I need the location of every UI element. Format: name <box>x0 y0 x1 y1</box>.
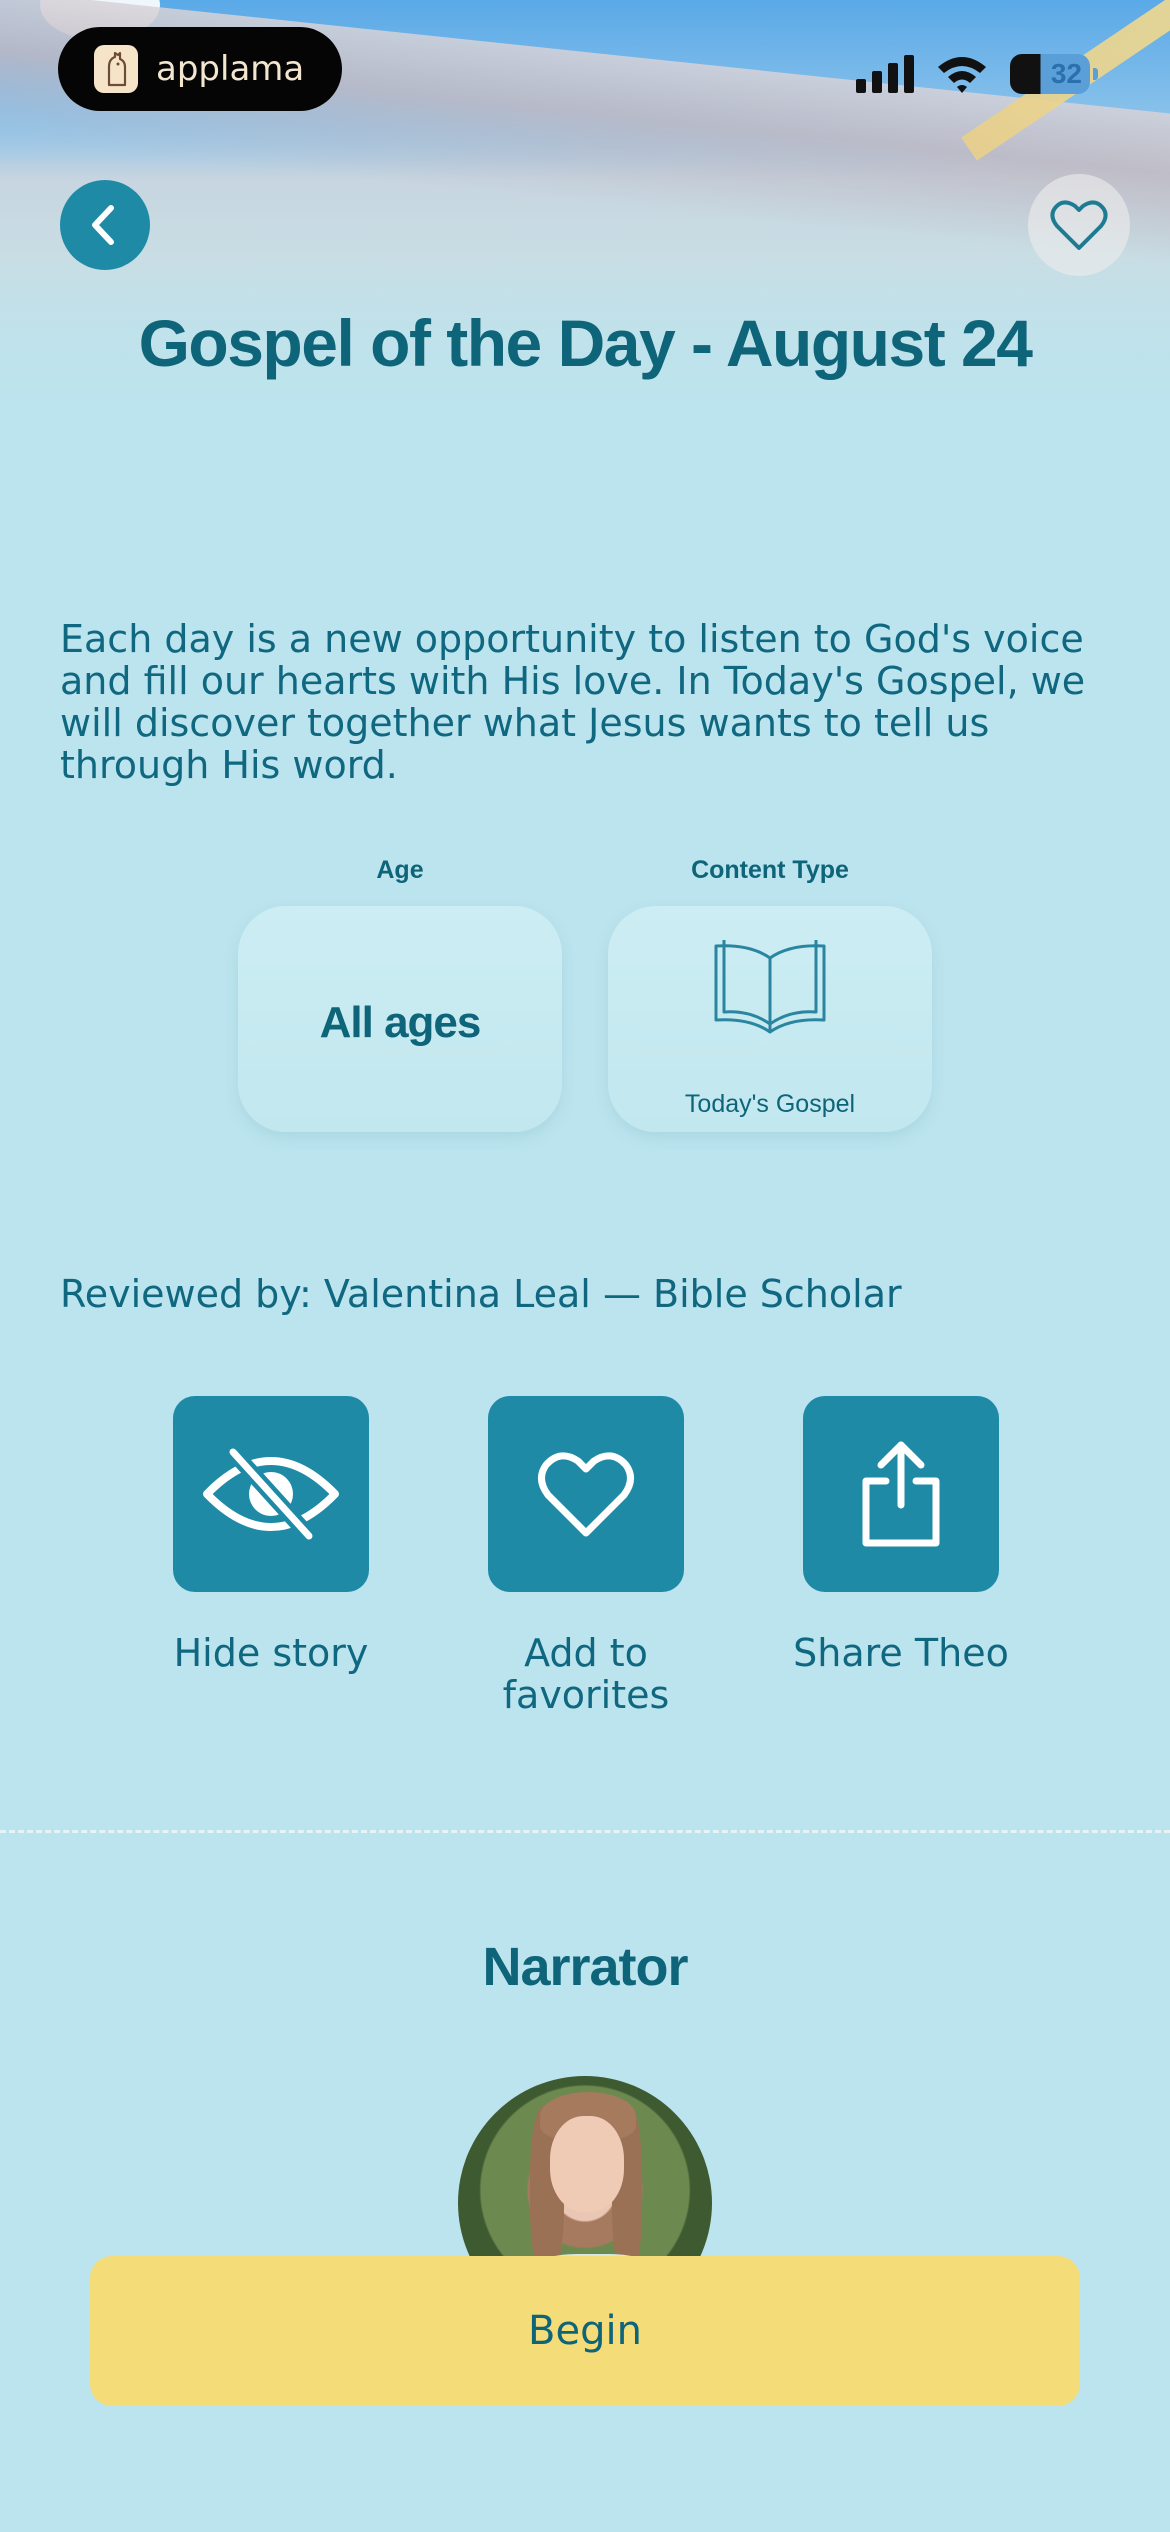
llama-logo-icon <box>94 45 138 93</box>
content-type-card: Today's Gospel <box>608 906 932 1132</box>
battery-icon: 32 <box>1010 54 1098 94</box>
eye-slash-icon <box>203 1446 339 1542</box>
battery-level: 32 <box>1050 58 1082 89</box>
back-button[interactable] <box>60 180 150 270</box>
narrator-title: Narrator <box>482 1937 688 1997</box>
app-badge-label: applama <box>156 49 305 89</box>
app-badge[interactable]: applama <box>58 27 342 111</box>
content-type-value: Today's Gospel <box>684 1090 856 1118</box>
page-title: Gospel of the Day - August 24 <box>138 306 1033 380</box>
reviewed-by: Reviewed by: Valentina Leal — Bible Scho… <box>60 1272 902 1316</box>
heart-outline-icon <box>1050 200 1108 250</box>
add-to-favorites-button[interactable] <box>488 1396 684 1592</box>
status-icons: 32 <box>856 54 1098 94</box>
chevron-left-icon <box>92 205 114 245</box>
share-action[interactable]: Share Theo <box>793 1396 1009 1674</box>
hide-story-button[interactable] <box>173 1396 369 1592</box>
section-divider <box>0 1830 1170 1833</box>
wifi-icon <box>938 57 986 93</box>
begin-button[interactable]: Begin <box>90 2256 1080 2406</box>
cellular-signal-icon <box>856 55 914 93</box>
open-book-icon <box>714 940 826 1034</box>
share-button[interactable] <box>803 1396 999 1592</box>
age-card: All ages <box>238 906 562 1132</box>
story-description: Each day is a new opportunity to listen … <box>60 617 1086 787</box>
add-to-favorites-label: Add to favorites <box>502 1631 670 1717</box>
share-icon <box>862 1441 940 1547</box>
add-to-favorites-action[interactable]: Add to favorites <box>488 1396 684 1716</box>
heart-icon <box>538 1452 634 1537</box>
hide-story-action[interactable]: Hide story <box>173 1396 369 1674</box>
avatar-face <box>550 2116 624 2212</box>
favorite-button[interactable] <box>1028 174 1130 276</box>
age-label: Age <box>376 856 424 884</box>
share-label: Share Theo <box>793 1631 1009 1675</box>
content-type-label: Content Type <box>691 856 849 884</box>
hide-story-label: Hide story <box>173 1631 369 1675</box>
age-value: All ages <box>319 998 482 1047</box>
